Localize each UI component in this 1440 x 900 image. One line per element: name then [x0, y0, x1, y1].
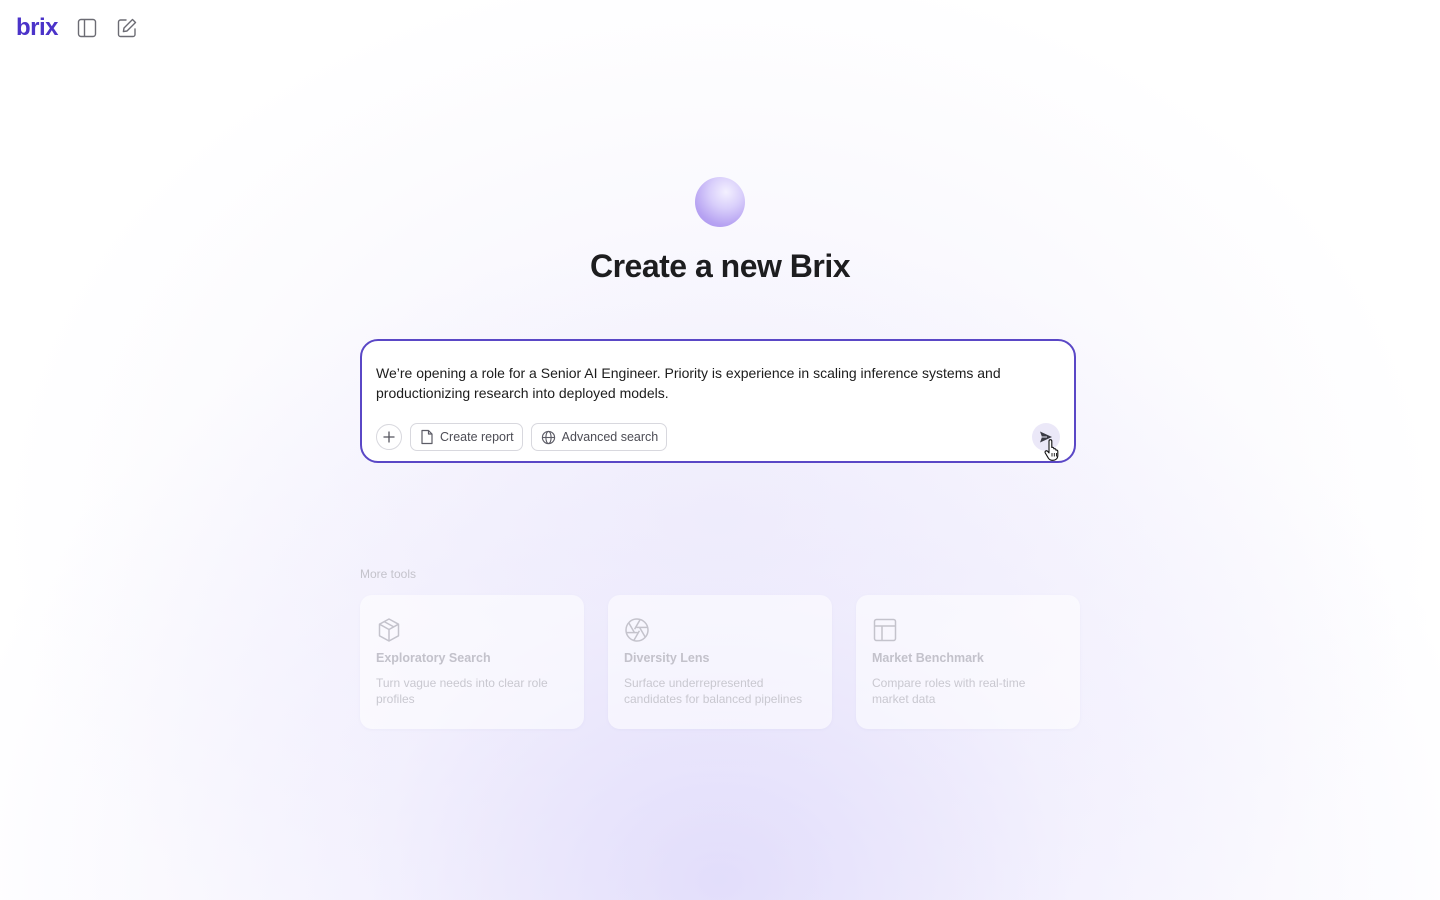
tool-card-diversity-lens[interactable]: Diversity Lens Surface underrepresented …	[608, 595, 832, 729]
brix-logo[interactable]: brix	[16, 14, 59, 42]
sidebar-toggle-icon[interactable]	[76, 17, 98, 39]
advanced-search-button[interactable]: Advanced search	[530, 423, 668, 451]
brand-orb	[695, 177, 745, 227]
document-icon	[421, 429, 433, 445]
tool-card-description: Compare roles with real-time market data	[872, 676, 1026, 706]
tool-card-title: Exploratory Search	[376, 651, 491, 665]
cube-icon	[378, 618, 400, 642]
tool-card-title: Diversity Lens	[624, 651, 710, 665]
page-title: Create a new Brix	[589, 248, 851, 284]
globe-icon	[541, 430, 555, 444]
send-button[interactable]	[1032, 423, 1060, 451]
send-icon	[1040, 431, 1052, 443]
more-tools-heading: More tools	[360, 567, 417, 581]
create-report-label: Create report	[440, 430, 514, 444]
layout-panel-icon	[873, 618, 897, 642]
add-attachment-button[interactable]	[376, 424, 402, 450]
new-chat-edit-icon[interactable]	[116, 17, 138, 39]
create-report-button[interactable]: Create report	[410, 423, 523, 451]
tool-card-description: Turn vague needs into clear role profile…	[376, 676, 548, 706]
plus-icon	[383, 431, 395, 443]
composer-toolbar: Create report Advanced search	[376, 423, 668, 451]
aperture-icon	[625, 618, 649, 642]
top-bar: brix	[16, 14, 138, 42]
tool-card-description: Surface underrepresented candidates for …	[624, 676, 803, 706]
prompt-composer[interactable]: We’re opening a role for a Senior AI Eng…	[360, 339, 1076, 463]
prompt-input[interactable]: We’re opening a role for a Senior AI Eng…	[376, 363, 1056, 403]
tool-card-market-benchmark[interactable]: Market Benchmark Compare roles with real…	[856, 595, 1080, 729]
advanced-search-label: Advanced search	[561, 430, 659, 444]
tool-card-exploratory-search[interactable]: Exploratory Search Turn vague needs into…	[360, 595, 584, 729]
tool-card-title: Market Benchmark	[872, 651, 984, 665]
